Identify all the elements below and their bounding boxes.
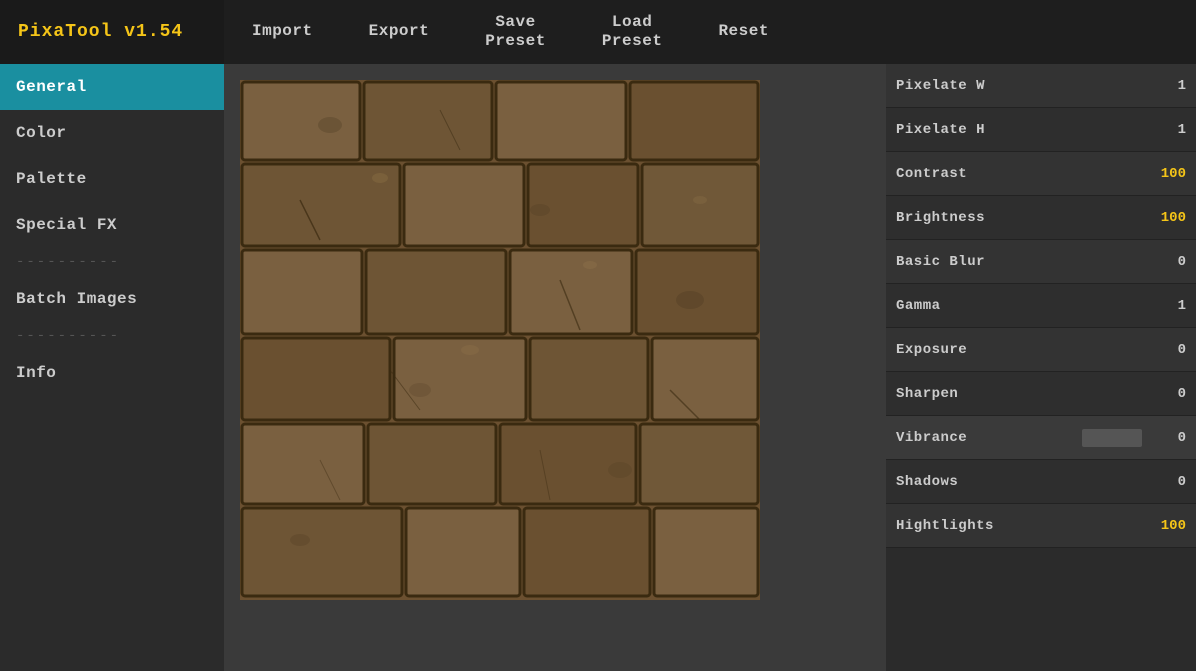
sidebar-item-general[interactable]: General <box>0 64 224 110</box>
sidebar-item-info[interactable]: Info <box>0 350 224 396</box>
param-label-shadows: Shadows <box>896 474 1150 490</box>
param-label-pixelate-w: Pixelate W <box>896 78 1150 94</box>
param-label-basic-blur: Basic Blur <box>896 254 1150 270</box>
param-row-pixelate-w[interactable]: Pixelate W1 <box>886 64 1196 108</box>
param-value-pixelate-w: 1 <box>1150 78 1186 94</box>
param-value-sharpen: 0 <box>1150 386 1186 402</box>
param-label-sharpen: Sharpen <box>896 386 1150 402</box>
param-value-gamma: 1 <box>1150 298 1186 314</box>
sidebar-item-batch-images[interactable]: Batch Images <box>0 276 224 322</box>
export-button[interactable]: Export <box>341 0 458 64</box>
param-value-pixelate-h: 1 <box>1150 122 1186 138</box>
sidebar-separator-1: ---------- <box>0 248 224 276</box>
vibrance-bar <box>1082 429 1142 447</box>
param-row-shadows[interactable]: Shadows0 <box>886 460 1196 504</box>
param-label-pixelate-h: Pixelate H <box>896 122 1150 138</box>
param-row-gamma[interactable]: Gamma1 <box>886 284 1196 328</box>
param-label-highlights: Hightlights <box>896 518 1150 534</box>
right-panel: Pixelate W1Pixelate H1Contrast100Brightn… <box>886 64 1196 671</box>
param-row-basic-blur[interactable]: Basic Blur0 <box>886 240 1196 284</box>
param-row-exposure[interactable]: Exposure0 <box>886 328 1196 372</box>
param-value-shadows: 0 <box>1150 474 1186 490</box>
load-preset-button[interactable]: Load Preset <box>574 0 691 64</box>
param-row-vibrance[interactable]: Vibrance 0 <box>886 416 1196 460</box>
sidebar-separator-2: ---------- <box>0 322 224 350</box>
param-row-sharpen[interactable]: Sharpen0 <box>886 372 1196 416</box>
param-row-contrast[interactable]: Contrast100 <box>886 152 1196 196</box>
param-row-highlights[interactable]: Hightlights100 <box>886 504 1196 548</box>
param-value-basic-blur: 0 <box>1150 254 1186 270</box>
param-value-brightness: 100 <box>1150 210 1186 226</box>
param-value-contrast: 100 <box>1150 166 1186 182</box>
param-label-vibrance: Vibrance <box>896 430 1082 446</box>
reset-button[interactable]: Reset <box>690 0 797 64</box>
param-value-exposure: 0 <box>1150 342 1186 358</box>
param-row-brightness[interactable]: Brightness100 <box>886 196 1196 240</box>
app-title: PixaTool v1.54 <box>0 0 224 64</box>
main-layout: General Color Palette Special FX -------… <box>0 64 1196 671</box>
param-label-brightness: Brightness <box>896 210 1150 226</box>
import-button[interactable]: Import <box>224 0 341 64</box>
sidebar-item-palette[interactable]: Palette <box>0 156 224 202</box>
canvas-area <box>224 64 886 671</box>
param-label-exposure: Exposure <box>896 342 1150 358</box>
param-row-pixelate-h[interactable]: Pixelate H1 <box>886 108 1196 152</box>
save-preset-button[interactable]: Save Preset <box>457 0 574 64</box>
sidebar: General Color Palette Special FX -------… <box>0 64 224 671</box>
param-label-contrast: Contrast <box>896 166 1150 182</box>
param-label-gamma: Gamma <box>896 298 1150 314</box>
sidebar-item-special-fx[interactable]: Special FX <box>0 202 224 248</box>
image-preview <box>240 80 760 600</box>
topbar: PixaTool v1.54 Import Export Save Preset… <box>0 0 1196 64</box>
param-value-vibrance: 0 <box>1150 430 1186 446</box>
sidebar-item-color[interactable]: Color <box>0 110 224 156</box>
param-value-highlights: 100 <box>1150 518 1186 534</box>
